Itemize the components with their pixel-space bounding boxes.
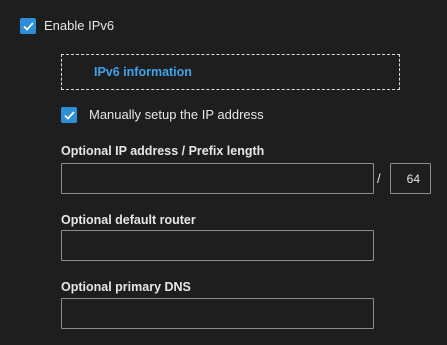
default-router-input[interactable] xyxy=(61,230,374,261)
manual-setup-checkbox[interactable] xyxy=(61,107,77,123)
enable-ipv6-label: Enable IPv6 xyxy=(44,18,115,33)
check-icon xyxy=(63,110,75,120)
ipv6-information-button[interactable]: IPv6 information xyxy=(61,54,400,90)
default-router-title: Optional default router xyxy=(61,213,196,227)
ipv6-information-label: IPv6 information xyxy=(94,65,192,79)
primary-dns-title: Optional primary DNS xyxy=(61,280,191,294)
check-icon xyxy=(22,21,34,31)
prefix-separator: / xyxy=(377,171,381,186)
ip-address-title: Optional IP address / Prefix length xyxy=(61,144,265,158)
primary-dns-input[interactable] xyxy=(61,298,374,329)
enable-ipv6-checkbox[interactable] xyxy=(20,18,36,34)
ip-address-input[interactable] xyxy=(61,163,374,194)
prefix-length-input[interactable] xyxy=(390,163,431,194)
manual-setup-label: Manually setup the IP address xyxy=(89,107,264,122)
